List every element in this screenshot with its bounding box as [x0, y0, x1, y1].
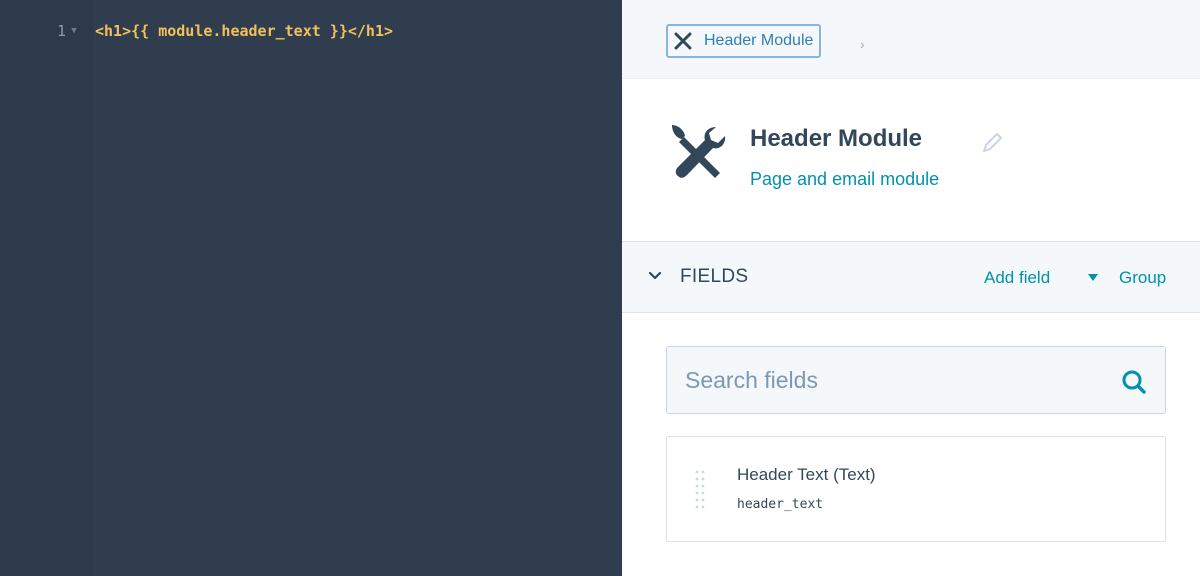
caret-down-icon[interactable]	[1088, 274, 1098, 282]
fields-section-header: FIELDS Add field Group	[622, 242, 1200, 313]
field-card[interactable]: Header Text (Text) header_text	[666, 436, 1166, 542]
field-key: header_text	[737, 497, 824, 512]
search-icon[interactable]	[1121, 369, 1147, 395]
breadcrumb-chevron-icon: ›	[860, 36, 865, 52]
breadcrumb-bar: Header Module ›	[622, 0, 1200, 79]
search-input[interactable]	[667, 347, 1107, 413]
code-text[interactable]: <h1>{{ module.header_text }}</h1>	[82, 22, 393, 40]
editor-gutter	[0, 0, 94, 576]
module-panel: Header Module › Header Module Page and e…	[622, 0, 1200, 576]
fields-title[interactable]: FIELDS	[680, 266, 748, 288]
add-field-button[interactable]: Add field	[984, 268, 1050, 288]
drag-handle-icon[interactable]	[695, 469, 705, 509]
line-number: 1	[56, 22, 66, 40]
module-title: Header Module	[750, 125, 923, 152]
field-name[interactable]: Header Text (Text)	[737, 465, 876, 485]
tools-icon	[672, 125, 726, 178]
code-line[interactable]: 1 ▼ <h1>{{ module.header_text }}</h1>	[0, 19, 393, 43]
pencil-icon[interactable]	[980, 131, 1004, 155]
search-box[interactable]	[666, 346, 1166, 414]
breadcrumb[interactable]: Header Module	[666, 24, 822, 58]
group-button[interactable]: Group	[1119, 268, 1166, 288]
breadcrumb-label[interactable]: Header Module	[704, 32, 815, 50]
module-subtitle: Page and email module	[750, 169, 940, 189]
chevron-down-icon[interactable]	[648, 269, 662, 283]
module-header: Header Module Page and email module	[622, 79, 1200, 242]
close-x-icon[interactable]	[672, 30, 694, 52]
code-editor[interactable]: 1 ▼ <h1>{{ module.header_text }}</h1>	[0, 0, 622, 576]
fold-arrow-icon[interactable]: ▼	[66, 26, 82, 36]
app-window: 1 ▼ <h1>{{ module.header_text }}</h1> He…	[0, 0, 1200, 576]
